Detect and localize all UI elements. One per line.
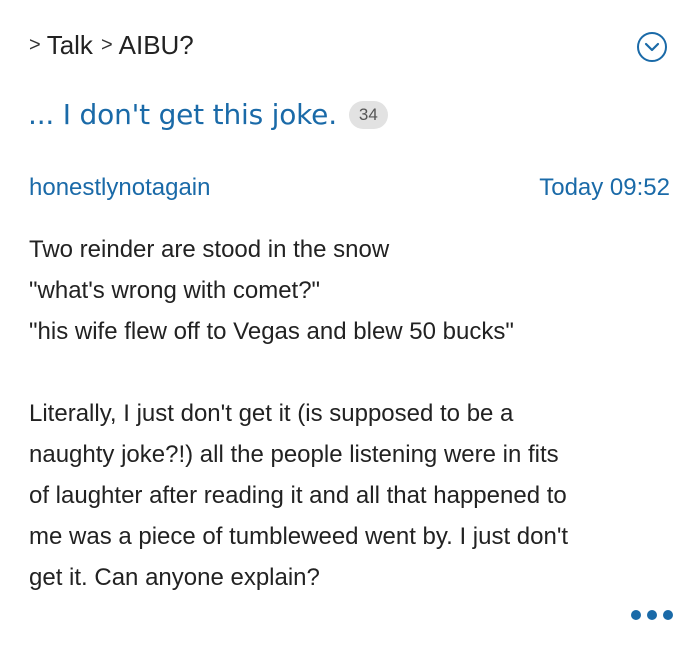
more-options-icon: [631, 610, 641, 620]
post-author-link[interactable]: honestlynotagain: [29, 174, 210, 202]
expand-button[interactable]: [637, 32, 667, 62]
breadcrumb-separator: >: [100, 34, 113, 56]
more-options-icon: [663, 610, 673, 620]
breadcrumb-item-talk[interactable]: Talk: [47, 30, 93, 61]
chevron-down-icon: [644, 42, 660, 52]
post-line: "what's wrong with comet?": [29, 277, 321, 304]
post-line: get it. Can anyone explain?: [29, 564, 320, 591]
post-line: of laughter after reading it and all tha…: [29, 482, 567, 509]
more-options-button[interactable]: [631, 608, 673, 622]
post-line: me was a piece of tumbleweed went by. I …: [29, 523, 569, 550]
breadcrumb-separator: >: [29, 34, 41, 56]
post-line: Two reinder are stood in the snow: [29, 236, 390, 263]
post-line: Literally, I just don't get it (is suppo…: [29, 400, 514, 427]
post-line: "his wife flew off to Vegas and blew 50 …: [29, 318, 514, 345]
post-body: Two reinder are stood in the snow "what'…: [29, 229, 679, 598]
post-timestamp[interactable]: Today 09:52: [539, 174, 670, 202]
reply-count-badge: 34: [348, 100, 388, 129]
breadcrumb-item-aibu[interactable]: AIBU?: [119, 30, 194, 61]
thread-header: ... I don't get this joke. 34: [28, 98, 388, 131]
breadcrumb: > Talk > AIBU?: [29, 30, 202, 61]
thread-title[interactable]: ... I don't get this joke.: [28, 98, 337, 131]
post-line: naughty joke?!) all the people listening…: [29, 441, 559, 468]
more-options-icon: [647, 610, 657, 620]
